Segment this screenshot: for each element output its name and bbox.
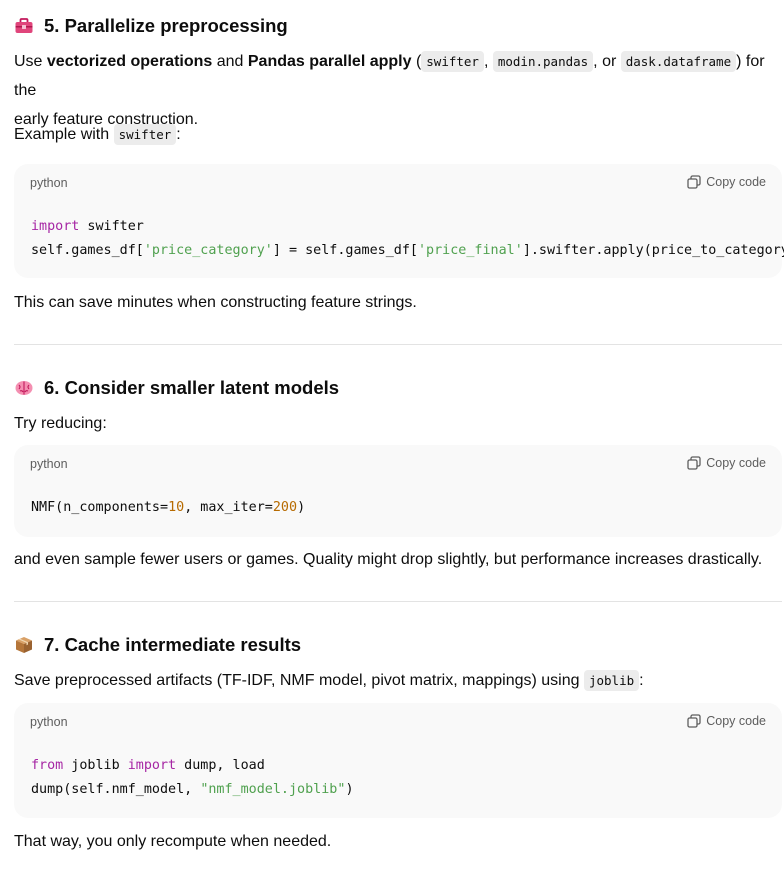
copy-code-button[interactable]: Copy code bbox=[687, 175, 766, 189]
code-language-label: python bbox=[30, 457, 68, 471]
keyword: import bbox=[31, 219, 80, 234]
code-text: ].swifter.apply(price_to_category) bbox=[522, 243, 784, 258]
code-block-3: python Copy code from joblib import dump… bbox=[14, 703, 782, 818]
inline-code: modin.pandas bbox=[492, 51, 594, 72]
divider bbox=[14, 344, 782, 345]
section-7-intro: Save preprocessed artifacts (TF-IDF, NMF… bbox=[14, 666, 776, 695]
toolbox-icon bbox=[14, 16, 34, 36]
text-run: : bbox=[639, 672, 644, 689]
brain-icon bbox=[14, 378, 34, 398]
code-content: from joblib import dump, load dump(self.… bbox=[31, 754, 354, 802]
section-6-intro: Try reducing: bbox=[14, 415, 107, 432]
inline-code: swifter bbox=[113, 124, 177, 145]
code-content: import swifter self.games_df['price_cate… bbox=[31, 215, 784, 263]
code-text: ] = self.games_df[ bbox=[272, 243, 418, 258]
inline-code: joblib bbox=[583, 670, 640, 691]
section-5-title: 5. Parallelize preprocessing bbox=[44, 15, 288, 36]
example-line: Example with swifter: bbox=[14, 120, 776, 149]
text-run: ( bbox=[411, 53, 422, 70]
code-text: self.games_df[ bbox=[31, 243, 144, 258]
code-text: , max_iter= bbox=[184, 500, 273, 515]
text-run: and bbox=[212, 53, 248, 70]
number-literal: 10 bbox=[168, 500, 185, 515]
code-text: joblib bbox=[63, 758, 128, 773]
code-text: NMF(n_components= bbox=[31, 500, 169, 515]
code-language-label: python bbox=[30, 715, 68, 729]
package-icon bbox=[14, 635, 34, 655]
code-block-2: python Copy code NMF(n_components=10, ma… bbox=[14, 445, 782, 537]
text-run: Save preprocessed artifacts (TF-IDF, NMF… bbox=[14, 672, 584, 689]
section-6-after: and even sample fewer users or games. Qu… bbox=[14, 551, 763, 568]
copy-code-button[interactable]: Copy code bbox=[687, 714, 766, 728]
section-7-heading: 7. Cache intermediate results bbox=[14, 632, 301, 658]
divider bbox=[14, 601, 782, 602]
code-block-1: python Copy code import swifter self.gam… bbox=[14, 164, 784, 278]
copy-code-label: Copy code bbox=[706, 175, 766, 189]
code-language-label: python bbox=[30, 176, 68, 190]
text-run: Example with bbox=[14, 126, 114, 143]
copy-code-label: Copy code bbox=[706, 456, 766, 470]
code-text: dump(self.nmf_model, bbox=[31, 782, 201, 797]
section-6-title: 6. Consider smaller latent models bbox=[44, 377, 340, 398]
bold-text: vectorized operations bbox=[46, 53, 213, 70]
text-run: : bbox=[176, 126, 181, 143]
inline-code: dask.dataframe bbox=[620, 51, 737, 72]
section-5-after: This can save minutes when constructing … bbox=[14, 294, 417, 311]
copy-code-button[interactable]: Copy code bbox=[687, 456, 766, 470]
text-run: , bbox=[483, 53, 493, 70]
keyword: from bbox=[31, 758, 64, 773]
section-7-title: 7. Cache intermediate results bbox=[44, 634, 302, 655]
code-text: ) bbox=[297, 500, 306, 515]
section-6-heading: 6. Consider smaller latent models bbox=[14, 375, 339, 401]
copy-icon bbox=[687, 456, 701, 470]
code-text: dump, load bbox=[176, 758, 265, 773]
string-literal: 'price_final' bbox=[418, 243, 523, 258]
copy-icon bbox=[687, 714, 701, 728]
text-run: Use bbox=[14, 53, 47, 70]
section-5-heading: 5. Parallelize preprocessing bbox=[14, 13, 288, 39]
inline-code: swifter bbox=[421, 51, 484, 72]
bold-text: Pandas parallel apply bbox=[247, 53, 412, 70]
copy-icon bbox=[687, 175, 701, 189]
text-run: , or bbox=[593, 53, 621, 70]
code-text: swifter bbox=[79, 219, 144, 234]
keyword: import bbox=[127, 758, 177, 773]
copy-code-label: Copy code bbox=[706, 714, 766, 728]
string-literal: "nmf_model.joblib" bbox=[200, 782, 346, 797]
code-content: NMF(n_components=10, max_iter=200) bbox=[31, 496, 305, 520]
code-text: ) bbox=[345, 782, 354, 797]
section-7-after: That way, you only recompute when needed… bbox=[14, 833, 332, 850]
number-literal: 200 bbox=[272, 500, 298, 515]
string-literal: 'price_category' bbox=[143, 243, 273, 258]
